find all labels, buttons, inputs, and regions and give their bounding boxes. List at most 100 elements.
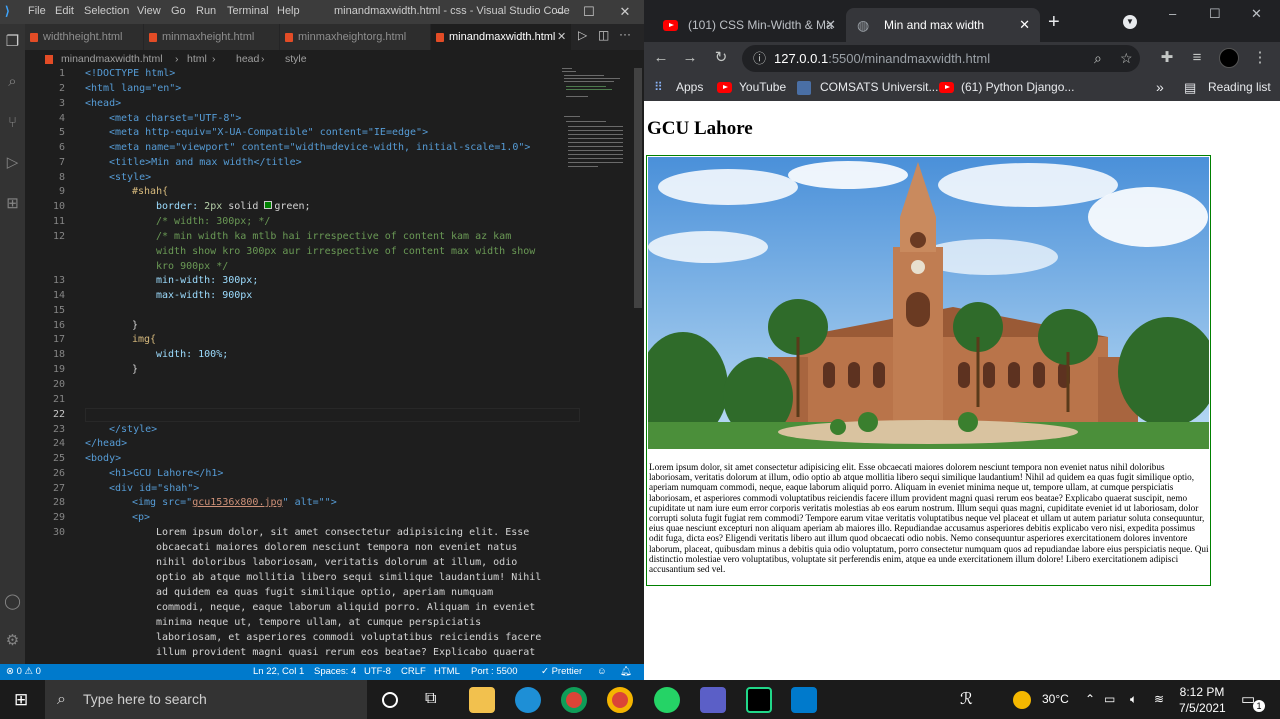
scrollbar-thumb[interactable] xyxy=(634,68,642,308)
language-mode[interactable]: HTML xyxy=(434,664,460,680)
code-editor[interactable]: 1 2 3 4 5 6 7 8 9 10 11 12 13 14 15 16 17 18 19 20 21 22 23 24 2… xyxy=(25,66,630,664)
site-info-icon[interactable]: ⓘ xyxy=(753,45,766,72)
chrome-menu-icon[interactable]: ⋮ xyxy=(1250,42,1270,74)
forward-icon[interactable]: → xyxy=(680,42,700,74)
chrome-profile-icon[interactable] xyxy=(607,687,633,713)
menu-run[interactable]: Run xyxy=(196,5,216,17)
menu-file[interactable]: File xyxy=(28,5,46,17)
bookmark-python-django[interactable]: (61) Python Django... xyxy=(961,74,1074,101)
settings-gear-icon[interactable]: ⚙ xyxy=(3,631,22,650)
indentation[interactable]: Spaces: 4 xyxy=(314,664,356,680)
source-control-icon[interactable]: ⑂ xyxy=(3,113,22,132)
tab-min-max-width[interactable]: ◍ Min and max width ✕ xyxy=(846,8,1040,42)
cortana-icon[interactable] xyxy=(382,692,398,708)
code-line: img{ xyxy=(132,334,156,345)
pycharm-icon[interactable] xyxy=(746,687,772,713)
feedback-icon[interactable]: ☺ xyxy=(597,664,607,680)
menu-help[interactable]: Help xyxy=(277,5,300,17)
code-token[interactable]: gcu1536x800.jpg xyxy=(192,497,282,508)
prettier-status[interactable]: ✓ Prettier xyxy=(541,664,582,680)
apps-grid-icon: ⠿ xyxy=(654,80,663,94)
search-icon: ⌕ xyxy=(57,691,66,708)
close-tab-icon[interactable]: ✕ xyxy=(557,24,566,50)
account-icon[interactable]: ◯ xyxy=(3,592,22,611)
menu-view[interactable]: View xyxy=(137,5,161,17)
tab-widthheight[interactable]: widthheight.html xyxy=(25,24,143,50)
cursor-position[interactable]: Ln 22, Col 1 xyxy=(253,664,304,680)
tab-minmaxheight[interactable]: minmaxheight.html xyxy=(144,24,279,50)
address-bar[interactable]: ⓘ 127.0.0.1:5500/minandmaxwidth.html ⌕ ☆ xyxy=(742,45,1140,72)
close-tab-icon[interactable]: ✕ xyxy=(825,8,836,42)
reload-icon[interactable]: ↻ xyxy=(711,42,731,74)
new-tab-icon[interactable]: + xyxy=(1048,11,1060,34)
more-bookmarks-icon[interactable]: » xyxy=(1156,74,1164,101)
teams-icon[interactable] xyxy=(700,687,726,713)
maximize-icon[interactable]: ☐ xyxy=(576,2,602,22)
temperature[interactable]: 30°C xyxy=(1042,680,1069,719)
run-preview-icon[interactable]: ▷ xyxy=(578,28,587,42)
clock-time[interactable]: 8:12 PM xyxy=(1179,685,1225,699)
minimize-icon[interactable]: – xyxy=(1169,6,1176,21)
extensions-puzzle-icon[interactable]: ✚ xyxy=(1157,42,1177,74)
menu-terminal[interactable]: Terminal xyxy=(227,5,269,17)
problems-indicator[interactable]: ⊗ 0 ⚠ 0 xyxy=(6,664,41,680)
code-line: } xyxy=(132,320,138,331)
whatsapp-icon[interactable] xyxy=(654,687,680,713)
code-token: <!DOCTYPE html> xyxy=(85,68,176,79)
windows-start-icon[interactable]: ⊞ xyxy=(14,690,28,710)
zoom-icon[interactable]: ⌕ xyxy=(1094,45,1102,72)
code-token: 2px xyxy=(204,201,223,212)
wifi-icon[interactable]: ≋ xyxy=(1154,680,1164,719)
line-ending[interactable]: CRLF xyxy=(401,664,426,680)
menu-selection[interactable]: Selection xyxy=(84,5,129,17)
run-debug-icon[interactable]: ▷ xyxy=(3,153,22,172)
minimize-icon[interactable]: – xyxy=(547,2,573,22)
profile-avatar[interactable] xyxy=(1219,48,1239,68)
bookmark-youtube[interactable]: YouTube xyxy=(739,74,786,101)
edge-icon[interactable] xyxy=(515,687,541,713)
extensions-icon[interactable]: ⊞ xyxy=(3,194,22,213)
line-number: 30 xyxy=(52,527,65,538)
status-bar: ⊗ 0 ⚠ 0 Ln 22, Col 1 Spaces: 4 UTF-8 CRL… xyxy=(0,664,644,680)
code-line: border: 2px solid green; xyxy=(156,201,311,212)
close-tab-icon[interactable]: ✕ xyxy=(1019,8,1030,42)
media-queue-icon[interactable]: ≡ xyxy=(1187,42,1207,74)
bookmark-apps[interactable]: Apps xyxy=(676,74,703,101)
weather-icon[interactable] xyxy=(1013,691,1031,709)
reading-list-button[interactable]: Reading list xyxy=(1208,74,1271,101)
encoding[interactable]: UTF-8 xyxy=(364,664,391,680)
close-window-icon[interactable]: ✕ xyxy=(1251,6,1262,22)
tab-youtube-video[interactable]: (101) CSS Min-Width & Ma ✕ xyxy=(650,8,846,42)
tab-minandmaxwidth[interactable]: minandmaxwidth.html ✕ xyxy=(431,24,571,50)
close-icon[interactable]: ✕ xyxy=(612,2,638,22)
file-explorer-icon[interactable] xyxy=(469,687,495,713)
chrome-icon[interactable] xyxy=(561,687,587,713)
back-icon[interactable]: ← xyxy=(651,42,671,74)
menu-go[interactable]: Go xyxy=(171,5,186,17)
battery-icon[interactable]: ▭ xyxy=(1104,680,1115,719)
people-icon[interactable]: ℛ xyxy=(960,680,973,719)
code-token: #shah{ xyxy=(132,186,169,197)
taskbar-search[interactable]: ⌕ Type here to search xyxy=(45,680,367,719)
live-server-port[interactable]: Port : 5500 xyxy=(471,664,517,680)
bookmark-comsats[interactable]: COMSATS Universit... xyxy=(820,74,938,101)
bookmark-star-icon[interactable]: ☆ xyxy=(1120,45,1133,72)
editor-scrollbar[interactable] xyxy=(632,66,644,664)
search-icon[interactable]: ⌕ xyxy=(3,72,22,91)
split-editor-icon[interactable]: ◫ xyxy=(598,28,609,42)
menu-edit[interactable]: Edit xyxy=(55,5,74,17)
chevron-up-icon[interactable]: ⌃ xyxy=(1085,680,1095,719)
maximize-icon[interactable]: ☐ xyxy=(1209,6,1221,22)
tab-minmaxheightorg[interactable]: minmaxheightorg.html xyxy=(280,24,430,50)
notifications-bell-icon[interactable]: 🔔︎ xyxy=(620,664,632,680)
vscode-taskbar-icon[interactable] xyxy=(791,687,817,713)
code-line: </style> xyxy=(109,424,157,435)
clock-date[interactable]: 7/5/2021 xyxy=(1179,701,1226,715)
tab-search-icon[interactable]: ▼ xyxy=(1123,15,1137,29)
more-actions-icon[interactable]: ··· xyxy=(619,27,631,41)
volume-icon[interactable]: 🔈︎ xyxy=(1130,680,1137,719)
editor-tabs: widthheight.html minmaxheight.html minma… xyxy=(25,24,644,50)
explorer-icon[interactable]: ❐ xyxy=(3,32,22,51)
minimap[interactable] xyxy=(560,66,630,186)
task-view-icon[interactable]: ⧉ xyxy=(425,690,436,708)
